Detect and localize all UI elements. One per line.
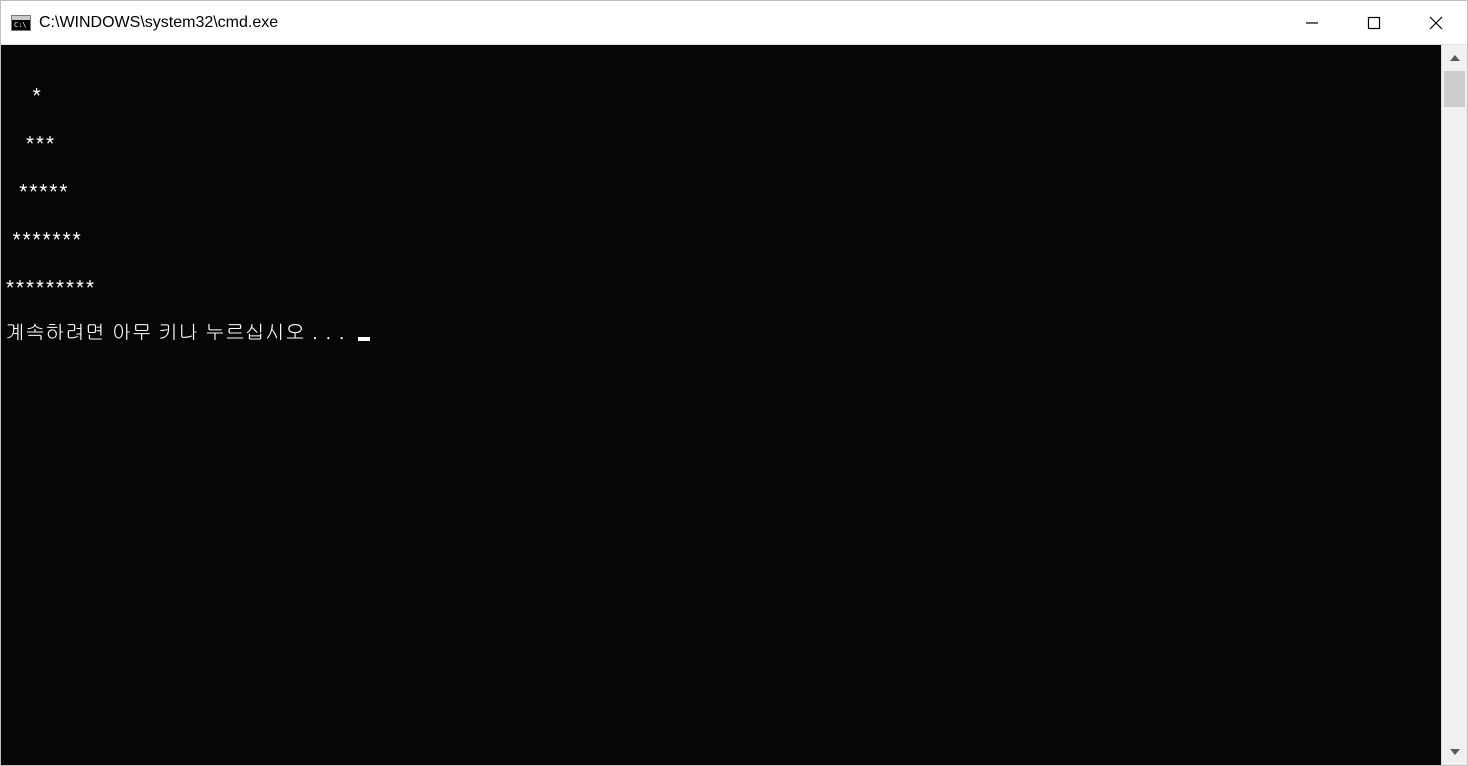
output-line: *** bbox=[5, 127, 1437, 151]
maximize-button[interactable] bbox=[1343, 1, 1405, 44]
cmd-app-icon: C:\ bbox=[11, 13, 31, 33]
window-title: C:\WINDOWS\system32\cmd.exe bbox=[39, 14, 278, 32]
prompt-line: 계속하려면 아무 키나 누르십시오 . . . bbox=[5, 319, 1437, 343]
vertical-scrollbar[interactable] bbox=[1441, 45, 1467, 765]
minimize-button[interactable] bbox=[1281, 1, 1343, 44]
cmd-window: C:\ C:\WINDOWS\system32\cmd.exe * *** **… bbox=[0, 0, 1468, 766]
scroll-down-button[interactable] bbox=[1442, 739, 1467, 765]
prompt-text: 계속하려면 아무 키나 누르십시오 . . . bbox=[5, 316, 352, 345]
window-controls bbox=[1281, 1, 1467, 44]
output-line: ******* bbox=[5, 223, 1437, 247]
scroll-track[interactable] bbox=[1442, 71, 1467, 739]
output-line: ********* bbox=[5, 271, 1437, 295]
maximize-icon bbox=[1367, 16, 1381, 30]
minimize-icon bbox=[1305, 16, 1319, 30]
close-button[interactable] bbox=[1405, 1, 1467, 44]
console-output[interactable]: * *** ***** ******* ********* 계속하려면 아무 키… bbox=[1, 45, 1441, 765]
output-line: ***** bbox=[5, 175, 1437, 199]
client-area: * *** ***** ******* ********* 계속하려면 아무 키… bbox=[1, 45, 1467, 765]
scroll-thumb[interactable] bbox=[1444, 71, 1465, 107]
chevron-down-icon bbox=[1450, 749, 1460, 755]
titlebar[interactable]: C:\ C:\WINDOWS\system32\cmd.exe bbox=[1, 1, 1467, 45]
output-line: * bbox=[5, 79, 1437, 103]
chevron-up-icon bbox=[1450, 55, 1460, 61]
scroll-up-button[interactable] bbox=[1442, 45, 1467, 71]
cursor bbox=[358, 337, 370, 341]
close-icon bbox=[1429, 16, 1443, 30]
